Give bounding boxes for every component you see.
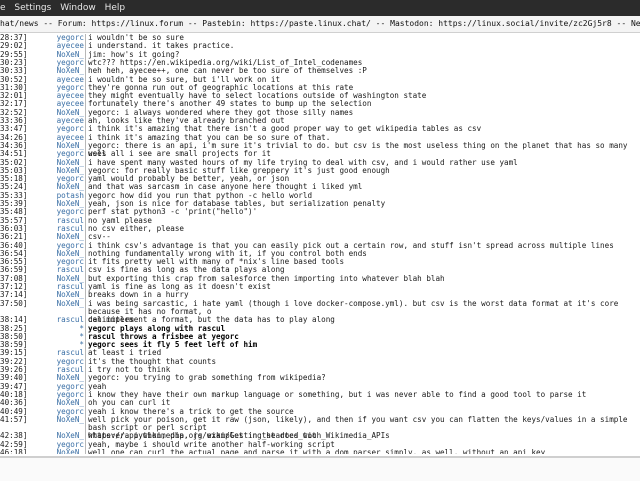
menu-bar: e Settings Window Help [0, 0, 640, 16]
menu-item-settings[interactable]: Settings [14, 0, 51, 16]
message-nick[interactable]: NoXeN_ [26, 415, 84, 424]
input-area-top-border [0, 457, 640, 458]
message-text: well one can curl the actual page and pa… [88, 448, 546, 454]
chat-log[interactable]: 28:37] yegorc i wouldn't be so sure 29:02] a… [0, 34, 640, 454]
message-timestamp: 46:18] [0, 448, 28, 454]
menu-item-help[interactable]: Help [105, 0, 126, 16]
message-text: yegorc: you trying to grab something fro… [88, 373, 326, 383]
channel-topic: hat/news -- Forum: https://linux.forum -… [0, 16, 640, 33]
menu-item-file[interactable]: e [0, 0, 6, 16]
message-text: it's the thought that counts [88, 356, 217, 366]
message-nick[interactable]: NoXeN_ [26, 299, 84, 308]
message-nick[interactable]: NoXeN_ [26, 448, 84, 454]
message-text: i know they have their own markup langua… [88, 389, 587, 399]
menu-item-window[interactable]: Window [60, 0, 96, 16]
message-timestamp: 37:50] [0, 298, 28, 308]
message-text: no csv either, please [88, 223, 185, 233]
message-nick[interactable]: rascul [26, 315, 84, 324]
message-text: perf stat python3 -c 'print("hello")' [88, 207, 258, 217]
nick-column-divider [85, 34, 86, 454]
input-area[interactable] [0, 456, 640, 481]
message-nick[interactable]: * [26, 332, 84, 341]
message-timestamp: 41:57] [0, 414, 28, 424]
message-nick[interactable]: * [26, 324, 84, 333]
message-text: yegorc sees it fly 5 feet left of him [88, 340, 258, 350]
